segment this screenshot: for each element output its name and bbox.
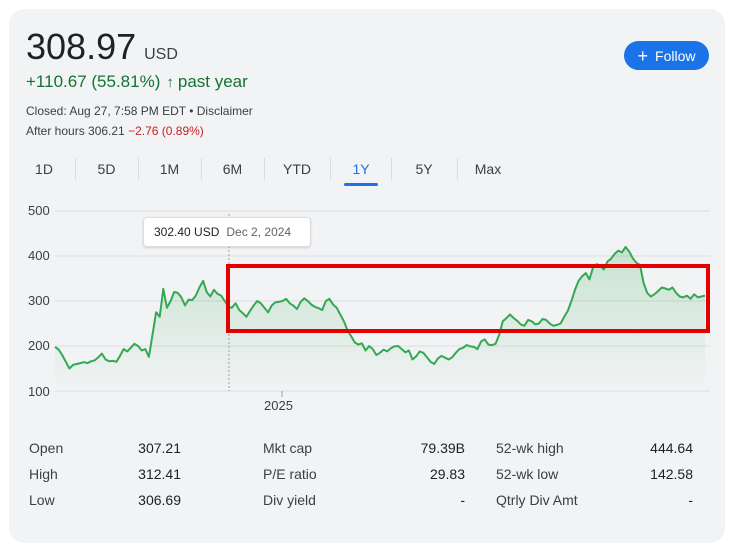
tooltip-value: 302.40 USD — [154, 225, 220, 239]
stat-label: 52-wk low — [496, 466, 559, 482]
y-tick-label: 500 — [28, 203, 50, 218]
stat-value: 444.64 — [650, 440, 693, 456]
stat-value: - — [688, 492, 693, 508]
stat-label: Low — [29, 492, 55, 508]
stats-row: Low 306.69 Div yield - Qtrly Div Amt - — [29, 492, 699, 516]
chart-tooltip: 302.40 USD Dec 2, 2024 — [143, 217, 311, 247]
y-tick-label: 400 — [28, 248, 50, 263]
y-tick-label: 300 — [28, 293, 50, 308]
stat-value: 306.69 — [138, 492, 181, 508]
y-tick-label: 100 — [28, 384, 50, 399]
highlight-box — [226, 264, 710, 333]
stat-label: Mkt cap — [263, 440, 313, 456]
stat-label: High — [29, 466, 58, 482]
x-tick-label: 2025 — [264, 398, 293, 413]
stat-value: 307.21 — [138, 440, 181, 456]
tooltip-date: Dec 2, 2024 — [226, 225, 292, 239]
stat-value: 312.41 — [138, 466, 181, 482]
stat-label: Div yield — [263, 492, 316, 508]
stat-label: Qtrly Div Amt — [496, 492, 578, 508]
stat-label: P/E ratio — [263, 466, 317, 482]
y-tick-label: 200 — [28, 338, 50, 353]
stat-value: 79.39B — [420, 440, 465, 456]
stats-row: Open 307.21 Mkt cap 79.39B 52-wk high 44… — [29, 440, 699, 464]
stat-label: Open — [29, 440, 64, 456]
stat-label: 52-wk high — [496, 440, 564, 456]
stat-value: 142.58 — [650, 466, 693, 482]
stat-value: 29.83 — [429, 466, 465, 482]
stats-row: High 312.41 P/E ratio 29.83 52-wk low 14… — [29, 466, 699, 490]
stat-value: - — [460, 492, 465, 508]
